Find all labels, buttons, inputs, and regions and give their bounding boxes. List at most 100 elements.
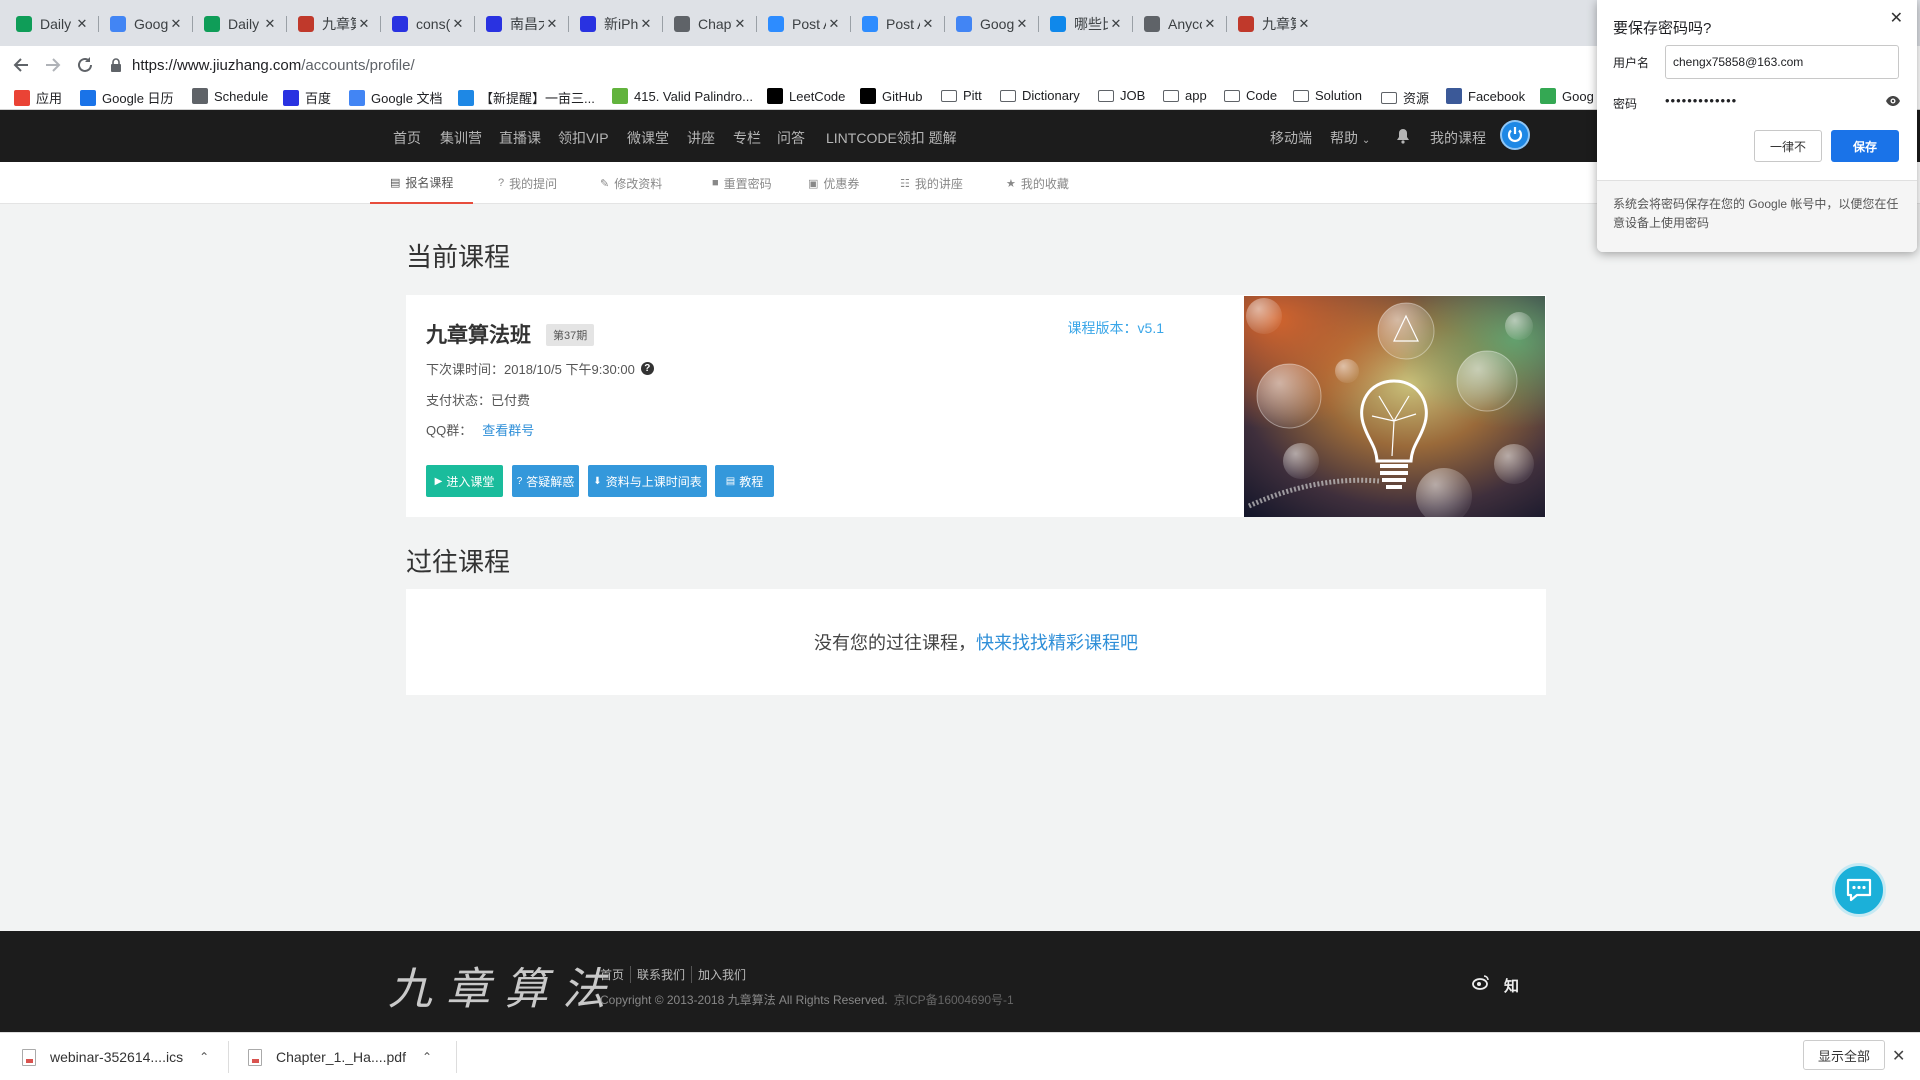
course-action-button[interactable]: ⬇ 资料与上课时间表	[588, 465, 707, 497]
subnav-tab[interactable]: ▤ 报名课程	[370, 162, 474, 204]
nav-item[interactable]: 集训营	[440, 128, 482, 148]
icp-text[interactable]: 京ICP备16004690号-1	[894, 993, 1014, 1007]
close-icon[interactable]: ✕	[638, 16, 654, 32]
browser-tab[interactable]: Google J✕	[944, 8, 1038, 40]
close-icon[interactable]: ✕	[1892, 1046, 1905, 1066]
user-avatar[interactable]	[1500, 120, 1530, 150]
browser-tab[interactable]: Post Att✕	[850, 8, 944, 40]
nav-item[interactable]: 微课堂	[627, 128, 669, 148]
nav-item[interactable]: 讲座	[687, 128, 715, 148]
browser-tab[interactable]: 九章算法✕	[286, 8, 380, 40]
chat-icon[interactable]	[1832, 863, 1886, 917]
close-icon[interactable]: ✕	[450, 16, 466, 32]
bookmark-item[interactable]: Facebook	[1446, 88, 1525, 104]
address-bar[interactable]: https://www.jiuzhang.com/accounts/profil…	[110, 50, 1590, 80]
nav-my-courses[interactable]: 我的课程	[1430, 128, 1486, 148]
close-icon[interactable]: ✕	[544, 16, 560, 32]
browser-tab[interactable]: Google 1✕	[98, 8, 192, 40]
zhihu-icon[interactable]: 知	[1504, 975, 1519, 996]
nav-item[interactable]: 专栏	[733, 128, 761, 148]
bookmark-item[interactable]: 415. Valid Palindro...	[612, 88, 753, 104]
nav-item[interactable]: 首页	[393, 128, 421, 148]
nav-item[interactable]: 问答	[777, 128, 805, 148]
help-circle-icon[interactable]: ?	[640, 362, 654, 375]
close-icon[interactable]: ✕	[826, 16, 842, 32]
bookmark-item[interactable]: 应用	[14, 88, 62, 107]
browser-tab[interactable]: Chapter✕	[662, 8, 756, 40]
course-name[interactable]: 九章算法班	[426, 319, 531, 349]
browser-tab[interactable]: Daily Cod✕	[4, 8, 98, 40]
close-icon[interactable]: ✕	[262, 16, 278, 32]
chevron-up-icon[interactable]: ⌃	[422, 1050, 432, 1064]
never-button[interactable]: 一律不	[1754, 130, 1822, 162]
browser-tab[interactable]: cons(a,✕	[380, 8, 474, 40]
bookmark-item[interactable]: Google 文档	[349, 88, 443, 107]
bookmark-item[interactable]: 资源	[1381, 88, 1429, 107]
browser-tab[interactable]: 南昌大学✕	[474, 8, 568, 40]
close-icon[interactable]: ✕	[920, 16, 936, 32]
nav-item[interactable]: 领扣VIP	[558, 128, 609, 148]
bookmark-item[interactable]: Code	[1224, 88, 1277, 103]
bookmark-item[interactable]: 百度	[283, 88, 331, 107]
bookmark-item[interactable]: Dictionary	[1000, 88, 1080, 103]
download-item[interactable]: webinar-352614....ics ⌃	[22, 1033, 209, 1080]
browser-tab[interactable]: 九章算法✕	[1226, 8, 1320, 40]
bell-icon[interactable]	[1396, 128, 1410, 144]
bird-icon	[458, 89, 474, 106]
close-icon[interactable]: ✕	[168, 16, 184, 32]
bookmark-item[interactable]: GitHub	[860, 88, 922, 104]
subnav-tab[interactable]: ✎ 修改资料	[600, 162, 662, 204]
bookmark-item[interactable]: Solution	[1293, 88, 1362, 103]
course-action-button[interactable]: ? 答疑解惑	[512, 465, 579, 497]
weibo-icon[interactable]	[1472, 974, 1490, 990]
nav-mobile[interactable]: 移动端	[1270, 128, 1312, 148]
username-field[interactable]: chengx75858@163.com	[1665, 45, 1899, 79]
close-icon[interactable]: ✕	[1202, 16, 1218, 32]
subnav-tab[interactable]: ▣ 优惠券	[808, 162, 859, 204]
close-icon[interactable]: ✕	[1890, 8, 1903, 28]
find-courses-link[interactable]: 快来找找精彩课程吧	[976, 629, 1138, 655]
eye-icon[interactable]	[1885, 95, 1901, 107]
close-icon[interactable]: ✕	[1014, 16, 1030, 32]
bookmark-item[interactable]: Schedule	[192, 88, 268, 104]
subnav-tab[interactable]: ★ 我的收藏	[1006, 162, 1069, 204]
download-item[interactable]: Chapter_1._Ha....pdf ⌃	[248, 1033, 432, 1080]
course-version[interactable]: 课程版本：v5.1	[1068, 318, 1164, 338]
chevron-up-icon[interactable]: ⌃	[199, 1050, 209, 1064]
browser-tab[interactable]: Daily Cod✕	[192, 8, 286, 40]
close-icon[interactable]: ✕	[1108, 16, 1124, 32]
subnav-tab[interactable]: ■ 重置密码	[712, 162, 772, 204]
close-icon[interactable]: ✕	[1296, 16, 1312, 32]
password-field[interactable]: •••••••••••••	[1665, 93, 1737, 108]
subnav-tab[interactable]: ? 我的提问	[498, 162, 557, 204]
view-qq-group-link[interactable]: 查看群号	[482, 420, 534, 439]
browser-tab[interactable]: Post Att✕	[756, 8, 850, 40]
bookmark-item[interactable]: Goog	[1540, 88, 1594, 104]
bookmark-item[interactable]: 【新提醒】一亩三...	[458, 88, 595, 107]
browser-tab[interactable]: 哪些比较✕	[1038, 8, 1132, 40]
save-button[interactable]: 保存	[1831, 130, 1899, 162]
bookmark-item[interactable]: app	[1163, 88, 1207, 103]
bookmark-item[interactable]: Pitt	[941, 88, 982, 103]
bookmark-item[interactable]: JOB	[1098, 88, 1145, 103]
footer-link[interactable]: 联系我们	[631, 966, 693, 983]
bookmark-item[interactable]: Google 日历	[80, 88, 174, 107]
close-icon[interactable]: ✕	[74, 16, 90, 32]
nav-item[interactable]: 直播课	[499, 128, 541, 148]
bookmark-item[interactable]: LeetCode	[767, 88, 845, 104]
nav-help[interactable]: 帮助 ⌄	[1330, 128, 1370, 148]
course-action-button[interactable]: ▤ 教程	[715, 465, 774, 497]
footer-link[interactable]: 加入我们	[692, 966, 752, 983]
reload-icon[interactable]	[74, 54, 96, 76]
close-icon[interactable]: ✕	[732, 16, 748, 32]
show-all-downloads-button[interactable]: 显示全部	[1803, 1040, 1885, 1070]
forward-icon[interactable]	[42, 54, 64, 76]
close-icon[interactable]: ✕	[356, 16, 372, 32]
browser-tab[interactable]: 新iPhon✕	[568, 8, 662, 40]
footer-link[interactable]: 首页	[600, 966, 632, 983]
browser-tab[interactable]: Anycode✕	[1132, 8, 1226, 40]
nav-item[interactable]: LINTCODE领扣 题解	[826, 128, 957, 148]
course-action-button[interactable]: ▶ 进入课堂	[426, 465, 503, 497]
subnav-tab[interactable]: ☷ 我的讲座	[900, 162, 963, 204]
back-icon[interactable]	[10, 54, 32, 76]
